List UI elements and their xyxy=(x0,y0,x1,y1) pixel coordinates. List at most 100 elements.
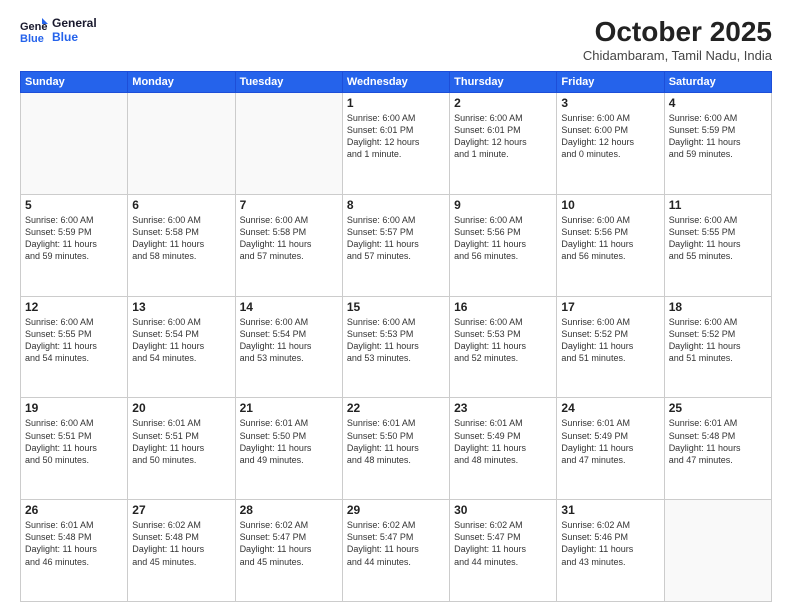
calendar-cell: 20 Sunrise: 6:01 AM Sunset: 5:51 PM Dayli… xyxy=(128,398,235,500)
calendar-table: SundayMondayTuesdayWednesdayThursdayFrid… xyxy=(20,71,772,602)
calendar-cell: 19Sunrise: 6:00 AM Sunset: 5:51 PM Dayli… xyxy=(21,398,128,500)
day-number: 13 xyxy=(132,300,230,314)
day-number: 11 xyxy=(669,198,767,212)
svg-text:Blue: Blue xyxy=(20,33,44,44)
week-row-1: 5Sunrise: 6:00 AM Sunset: 5:59 PM Daylig… xyxy=(21,194,772,296)
day-info: Sunrise: 6:00 AM Sunset: 5:52 PM Dayligh… xyxy=(561,316,659,365)
day-number: 2 xyxy=(454,96,552,110)
calendar-cell: 6 Sunrise: 6:00 AM Sunset: 5:58 PM Daylig… xyxy=(128,194,235,296)
day-number: 22 xyxy=(347,401,445,415)
day-info: Sunrise: 6:01 AM Sunset: 5:48 PM Dayligh… xyxy=(25,519,123,568)
logo: General Blue General Blue xyxy=(20,16,97,45)
logo-general: General xyxy=(52,16,97,30)
day-number: 10 xyxy=(561,198,659,212)
calendar-cell: 1 Sunrise: 6:00 AM Sunset: 6:01 PM Daylig… xyxy=(342,93,449,195)
day-number: 29 xyxy=(347,503,445,517)
day-info: Sunrise: 6:00 AM Sunset: 5:59 PM Dayligh… xyxy=(669,112,767,161)
calendar-cell: 15Sunrise: 6:00 AM Sunset: 5:53 PM Dayli… xyxy=(342,296,449,398)
day-number: 3 xyxy=(561,96,659,110)
day-number: 21 xyxy=(240,401,338,415)
title-block: October 2025 Chidambaram, Tamil Nadu, In… xyxy=(583,16,772,63)
day-info: Sunrise: 6:00 AM Sunset: 5:56 PM Dayligh… xyxy=(454,214,552,263)
weekday-header-thursday: Thursday xyxy=(450,72,557,93)
day-info: Sunrise: 6:02 AM Sunset: 5:47 PM Dayligh… xyxy=(240,519,338,568)
day-number: 7 xyxy=(240,198,338,212)
day-number: 31 xyxy=(561,503,659,517)
calendar-cell xyxy=(128,93,235,195)
calendar-cell: 18Sunrise: 6:00 AM Sunset: 5:52 PM Dayli… xyxy=(664,296,771,398)
day-number: 20 xyxy=(132,401,230,415)
day-number: 9 xyxy=(454,198,552,212)
header: General Blue General Blue October 2025 C… xyxy=(20,16,772,63)
weekday-header-saturday: Saturday xyxy=(664,72,771,93)
calendar-cell: 4Sunrise: 6:00 AM Sunset: 5:59 PM Daylig… xyxy=(664,93,771,195)
day-info: Sunrise: 6:00 AM Sunset: 5:55 PM Dayligh… xyxy=(25,316,123,365)
calendar-cell: 17 Sunrise: 6:00 AM Sunset: 5:52 PM Dayli… xyxy=(557,296,664,398)
day-info: Sunrise: 6:01 AM Sunset: 5:50 PM Dayligh… xyxy=(347,417,445,466)
day-info: Sunrise: 6:00 AM Sunset: 5:56 PM Dayligh… xyxy=(561,214,659,263)
logo-blue: Blue xyxy=(52,30,97,44)
calendar-cell: 21Sunrise: 6:01 AM Sunset: 5:50 PM Dayli… xyxy=(235,398,342,500)
calendar-cell: 30Sunrise: 6:02 AM Sunset: 5:47 PM Dayli… xyxy=(450,500,557,602)
calendar-cell: 12 Sunrise: 6:00 AM Sunset: 5:55 PM Dayli… xyxy=(21,296,128,398)
calendar-cell: 28 Sunrise: 6:02 AM Sunset: 5:47 PM Dayli… xyxy=(235,500,342,602)
calendar-cell: 22 Sunrise: 6:01 AM Sunset: 5:50 PM Dayli… xyxy=(342,398,449,500)
week-row-2: 12 Sunrise: 6:00 AM Sunset: 5:55 PM Dayli… xyxy=(21,296,772,398)
calendar-cell: 27 Sunrise: 6:02 AM Sunset: 5:48 PM Dayli… xyxy=(128,500,235,602)
calendar-cell xyxy=(235,93,342,195)
day-number: 28 xyxy=(240,503,338,517)
day-number: 27 xyxy=(132,503,230,517)
day-number: 6 xyxy=(132,198,230,212)
day-number: 8 xyxy=(347,198,445,212)
day-info: Sunrise: 6:00 AM Sunset: 5:58 PM Dayligh… xyxy=(240,214,338,263)
weekday-header-wednesday: Wednesday xyxy=(342,72,449,93)
calendar-cell: 14Sunrise: 6:00 AM Sunset: 5:54 PM Dayli… xyxy=(235,296,342,398)
calendar-cell: 16 Sunrise: 6:00 AM Sunset: 5:53 PM Dayli… xyxy=(450,296,557,398)
day-info: Sunrise: 6:00 AM Sunset: 6:01 PM Dayligh… xyxy=(347,112,445,161)
day-info: Sunrise: 6:00 AM Sunset: 5:58 PM Dayligh… xyxy=(132,214,230,263)
day-info: Sunrise: 6:00 AM Sunset: 5:57 PM Dayligh… xyxy=(347,214,445,263)
week-row-0: 1 Sunrise: 6:00 AM Sunset: 6:01 PM Daylig… xyxy=(21,93,772,195)
weekday-header-tuesday: Tuesday xyxy=(235,72,342,93)
day-number: 15 xyxy=(347,300,445,314)
calendar-cell: 11Sunrise: 6:00 AM Sunset: 5:55 PM Dayli… xyxy=(664,194,771,296)
day-info: Sunrise: 6:00 AM Sunset: 5:59 PM Dayligh… xyxy=(25,214,123,263)
week-row-4: 26 Sunrise: 6:01 AM Sunset: 5:48 PM Dayli… xyxy=(21,500,772,602)
day-number: 24 xyxy=(561,401,659,415)
day-number: 30 xyxy=(454,503,552,517)
day-number: 17 xyxy=(561,300,659,314)
day-number: 16 xyxy=(454,300,552,314)
calendar-cell: 5Sunrise: 6:00 AM Sunset: 5:59 PM Daylig… xyxy=(21,194,128,296)
calendar-cell xyxy=(664,500,771,602)
weekday-header-sunday: Sunday xyxy=(21,72,128,93)
day-info: Sunrise: 6:00 AM Sunset: 5:52 PM Dayligh… xyxy=(669,316,767,365)
day-info: Sunrise: 6:02 AM Sunset: 5:48 PM Dayligh… xyxy=(132,519,230,568)
day-number: 12 xyxy=(25,300,123,314)
day-number: 14 xyxy=(240,300,338,314)
weekday-header-monday: Monday xyxy=(128,72,235,93)
day-info: Sunrise: 6:01 AM Sunset: 5:51 PM Dayligh… xyxy=(132,417,230,466)
day-number: 25 xyxy=(669,401,767,415)
page: General Blue General Blue October 2025 C… xyxy=(0,0,792,612)
calendar-cell: 25 Sunrise: 6:01 AM Sunset: 5:48 PM Dayli… xyxy=(664,398,771,500)
day-info: Sunrise: 6:00 AM Sunset: 5:53 PM Dayligh… xyxy=(454,316,552,365)
calendar-cell: 26 Sunrise: 6:01 AM Sunset: 5:48 PM Dayli… xyxy=(21,500,128,602)
calendar-cell: 9 Sunrise: 6:00 AM Sunset: 5:56 PM Daylig… xyxy=(450,194,557,296)
day-info: Sunrise: 6:00 AM Sunset: 6:01 PM Dayligh… xyxy=(454,112,552,161)
day-number: 1 xyxy=(347,96,445,110)
day-number: 23 xyxy=(454,401,552,415)
month-title: October 2025 xyxy=(583,16,772,48)
weekday-header-row: SundayMondayTuesdayWednesdayThursdayFrid… xyxy=(21,72,772,93)
day-number: 19 xyxy=(25,401,123,415)
day-info: Sunrise: 6:01 AM Sunset: 5:48 PM Dayligh… xyxy=(669,417,767,466)
day-info: Sunrise: 6:00 AM Sunset: 5:54 PM Dayligh… xyxy=(132,316,230,365)
calendar-cell xyxy=(21,93,128,195)
calendar-cell: 7 Sunrise: 6:00 AM Sunset: 5:58 PM Daylig… xyxy=(235,194,342,296)
weekday-header-friday: Friday xyxy=(557,72,664,93)
week-row-3: 19Sunrise: 6:00 AM Sunset: 5:51 PM Dayli… xyxy=(21,398,772,500)
calendar-cell: 13 Sunrise: 6:00 AM Sunset: 5:54 PM Dayli… xyxy=(128,296,235,398)
calendar-cell: 10 Sunrise: 6:00 AM Sunset: 5:56 PM Dayli… xyxy=(557,194,664,296)
calendar-cell: 29Sunrise: 6:02 AM Sunset: 5:47 PM Dayli… xyxy=(342,500,449,602)
day-number: 26 xyxy=(25,503,123,517)
calendar-cell: 3Sunrise: 6:00 AM Sunset: 6:00 PM Daylig… xyxy=(557,93,664,195)
